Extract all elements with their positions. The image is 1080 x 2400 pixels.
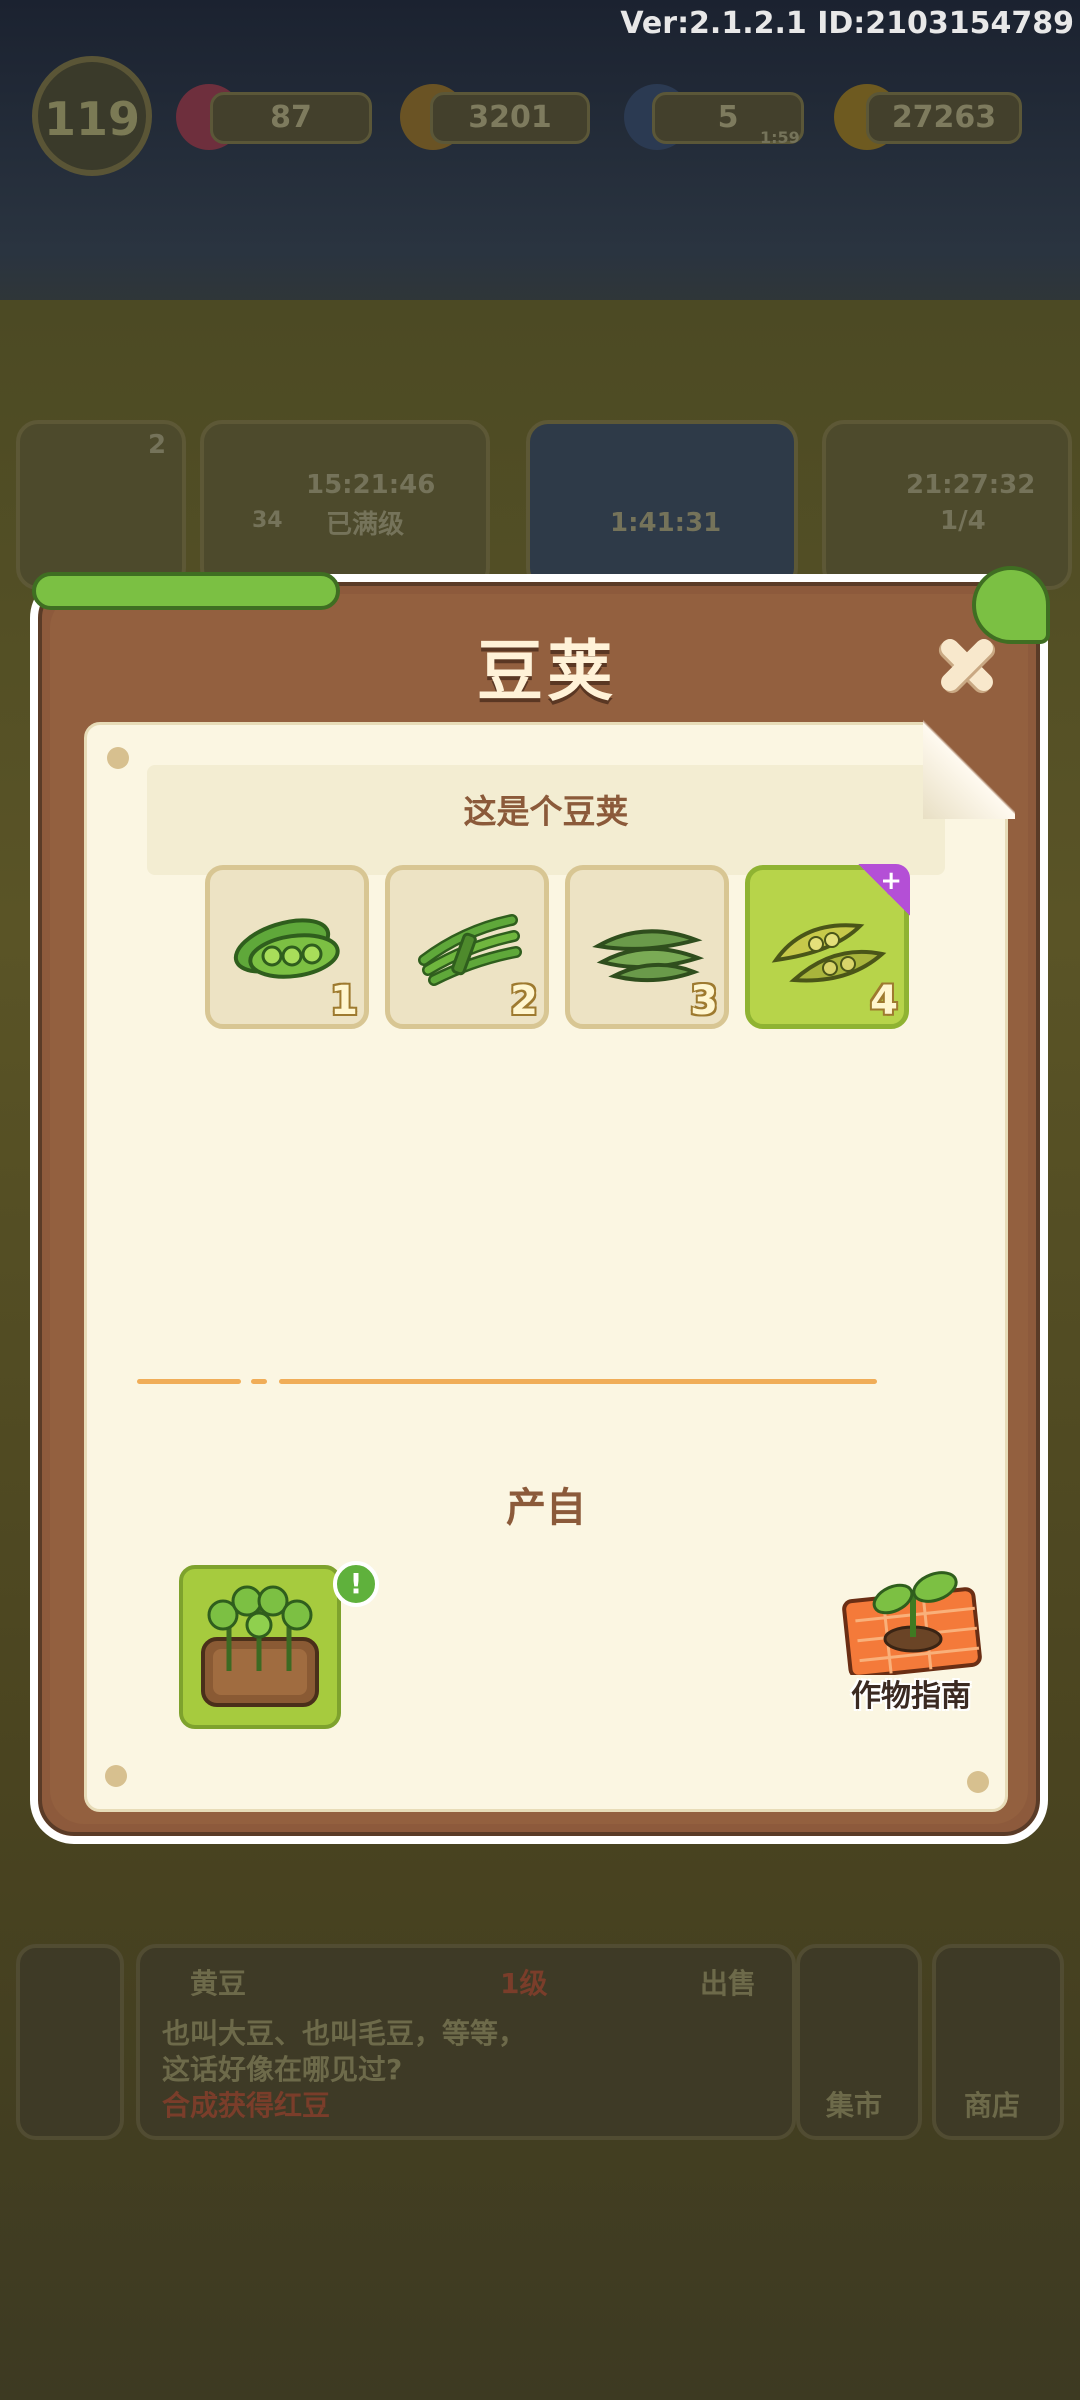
item-subtitle: 这是个豆荚 xyxy=(463,792,629,831)
item-level: 1级 xyxy=(500,1967,548,2000)
alert-icon: ! xyxy=(333,1561,379,1607)
crop-guide-button[interactable]: 作物指南 xyxy=(823,1555,999,1714)
produce-label: 产自 xyxy=(506,1485,586,1531)
stage-slot-2[interactable]: 2 xyxy=(385,865,549,1029)
stage-slot-4[interactable]: + 4 xyxy=(745,864,910,1029)
evolution-stages: 1 2 3 + 4 xyxy=(205,864,910,1035)
bg-timer-2: 1:41:31 xyxy=(610,508,722,538)
item-description-1: 也叫大豆、也叫毛豆，等等， xyxy=(162,2017,527,2050)
pin-dot xyxy=(967,1771,989,1793)
bg-status-1: 已满级 xyxy=(326,510,405,540)
version-info: Ver:2.1.2.1 ID:2103154789 xyxy=(620,6,1074,41)
item-description-2: 这话好像在哪见过? xyxy=(162,2053,403,2086)
compose-hint: 合成获得红豆 xyxy=(162,2089,331,2122)
item-name: 黄豆 xyxy=(190,1967,247,2000)
crop-guide-label: 作物指南 xyxy=(851,1679,971,1714)
vine-decoration-left xyxy=(32,572,340,610)
carrots-counter[interactable]: 3201 xyxy=(430,92,590,144)
stage-number-3: 3 xyxy=(690,978,718,1024)
soybean-field-icon xyxy=(201,1585,319,1707)
divider-dot xyxy=(251,1379,267,1384)
stage-slot-1[interactable]: 1 xyxy=(205,865,369,1029)
bg-card-grapes[interactable] xyxy=(822,420,1072,590)
bg-timer-3: 21:27:32 xyxy=(906,470,1036,500)
bg-timer-1: 15:21:46 xyxy=(306,470,436,500)
sprout-guide-icon xyxy=(842,1571,982,1675)
back-button[interactable] xyxy=(16,1944,124,2140)
pin-dot xyxy=(107,747,129,769)
bg-small-count: 34 xyxy=(252,508,283,533)
market-button[interactable]: 集市 xyxy=(796,1944,922,2140)
stage-number-4: 4 xyxy=(870,978,898,1024)
item-info-panel: 黄豆 1级 出售 也叫大豆、也叫毛豆，等等， 这话好像在哪见过? 合成获得红豆 xyxy=(136,1944,796,2140)
stage-number-1: 1 xyxy=(330,978,358,1024)
close-icon[interactable] xyxy=(926,624,1008,706)
energy-timer: 1:59 xyxy=(760,128,800,147)
bottom-item-bar: 黄豆 1级 出售 也叫大豆、也叫毛豆，等等， 这话好像在哪见过? 合成获得红豆 … xyxy=(16,1944,1064,2140)
item-detail-dialog: 豆荚 这是个豆荚 1 2 3 + 4 产自 ! 作物指南 xyxy=(30,566,1050,1844)
bg-card-corn[interactable] xyxy=(526,420,798,590)
dialog-title: 豆荚 xyxy=(477,633,617,710)
pin-dot xyxy=(105,1765,127,1787)
sell-label[interactable]: 出售 xyxy=(700,1962,756,2002)
level-badge[interactable]: 119 xyxy=(32,56,152,176)
source-crop-tile[interactable]: ! xyxy=(179,1561,379,1729)
level-number: 119 xyxy=(43,92,141,146)
market-label: 集市 xyxy=(826,2089,883,2122)
shop-button[interactable]: 商店 xyxy=(932,1944,1064,2140)
plus-icon: + xyxy=(880,866,902,896)
bg-progress-3: 1/4 xyxy=(940,506,986,536)
divider-left xyxy=(137,1379,241,1384)
info-paper: 这是个豆荚 1 2 3 + 4 产自 ! 作物指南 xyxy=(84,719,1015,1812)
coins-counter[interactable]: 27263 xyxy=(866,92,1022,144)
stage-slot-3[interactable]: 3 xyxy=(565,865,729,1029)
divider-right xyxy=(279,1379,877,1384)
stage-number-2: 2 xyxy=(510,978,538,1024)
bg-badge-count: 2 xyxy=(148,430,167,460)
shop-label: 商店 xyxy=(964,2089,1021,2122)
gems-counter[interactable]: 87 xyxy=(210,92,372,144)
new-badge: + xyxy=(858,864,910,916)
